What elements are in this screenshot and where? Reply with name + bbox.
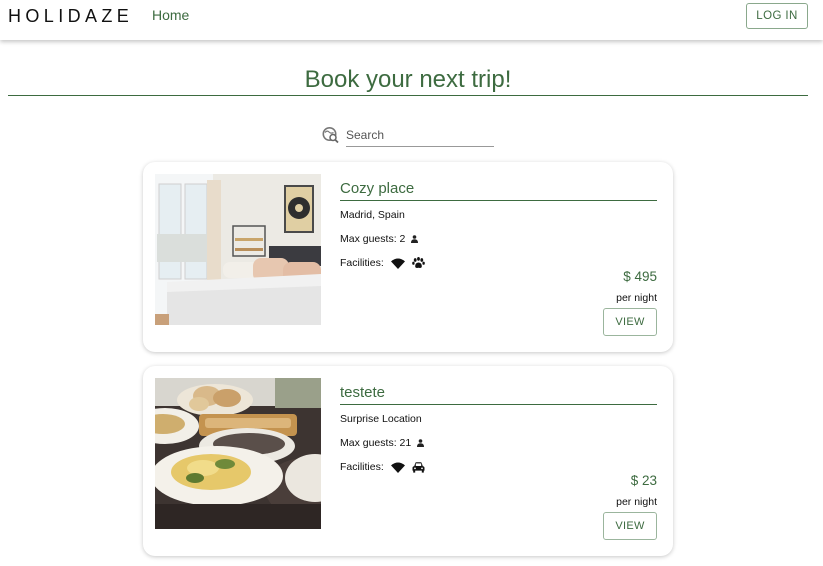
card-location: Madrid, Spain [340, 209, 405, 221]
nav-link-home[interactable]: Home [152, 7, 189, 23]
accommodation-card: Cozy place Madrid, Spain Max guests: 2 F… [143, 162, 673, 352]
breakfast-table-photo[interactable] [155, 378, 321, 529]
view-button[interactable]: VIEW [603, 512, 657, 540]
card-facilities: Facilities: [340, 257, 425, 269]
facilities-label: Facilities: [340, 461, 384, 473]
view-button[interactable]: VIEW [603, 308, 657, 336]
title-divider [8, 95, 808, 96]
search-input[interactable] [346, 124, 494, 147]
search-icon [322, 127, 339, 144]
card-price: $ 23 [630, 473, 657, 488]
per-night-label: per night [616, 496, 657, 508]
paw-icon [411, 257, 425, 269]
card-details: testete Surprise Location Max guests: 21… [340, 384, 657, 544]
search-bar [322, 124, 497, 148]
person-icon [417, 439, 425, 448]
card-title[interactable]: Cozy place [340, 180, 657, 201]
card-title[interactable]: testete [340, 384, 657, 405]
wifi-icon [390, 258, 405, 269]
person-icon [411, 235, 419, 244]
card-price: $ 495 [623, 269, 657, 284]
card-max-guests: Max guests: 21 [340, 437, 425, 449]
max-guests-label: Max guests: 21 [340, 437, 412, 449]
card-facilities: Facilities: [340, 461, 425, 473]
car-icon [412, 462, 425, 473]
brand-logo[interactable]: HOLIDAZE [8, 6, 133, 27]
card-details: Cozy place Madrid, Spain Max guests: 2 F… [340, 180, 657, 340]
accommodation-card: testete Surprise Location Max guests: 21… [143, 366, 673, 556]
facilities-label: Facilities: [340, 257, 384, 269]
login-button[interactable]: LOG IN [746, 3, 808, 29]
page-title: Book your next trip! [304, 66, 512, 93]
top-navbar: HOLIDAZE Home LOG IN [0, 0, 823, 40]
max-guests-label: Max guests: 2 [340, 233, 406, 245]
card-location: Surprise Location [340, 413, 422, 425]
bedroom-photo[interactable] [155, 174, 321, 325]
per-night-label: per night [616, 292, 657, 304]
card-max-guests: Max guests: 2 [340, 233, 419, 245]
wifi-icon [390, 462, 405, 473]
